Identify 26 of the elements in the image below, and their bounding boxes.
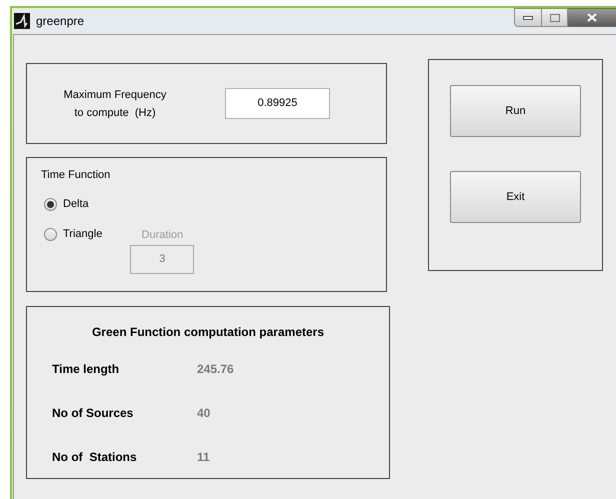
frequency-field[interactable]: 0.89925 (225, 88, 330, 119)
parameter-label: No of Sources (52, 405, 134, 422)
parameter-value: 40 (197, 405, 210, 422)
action-button[interactable]: Run (450, 85, 581, 137)
maximize-icon (550, 14, 560, 22)
parameter-value: 11 (197, 449, 210, 466)
duration-label: Duration (142, 228, 184, 242)
minimize-button[interactable] (514, 8, 542, 27)
window-title: greenpre (36, 13, 84, 30)
minimize-icon (523, 16, 533, 20)
close-icon (587, 13, 597, 22)
radio-option[interactable]: Delta (44, 196, 102, 212)
panel-title: Time Function (41, 168, 112, 183)
frequency-label: to compute (Hz) (74, 106, 156, 120)
parameters-title: Green Function computation parameters (92, 324, 324, 341)
action-button[interactable]: Exit (450, 171, 581, 223)
close-button[interactable] (568, 8, 616, 27)
parameter-value: 245.76 (197, 361, 234, 378)
frequency-label: Maximum Frequency (64, 88, 166, 102)
radio-option[interactable]: Triangle (44, 226, 102, 242)
maximize-button[interactable] (542, 8, 568, 27)
app-icon (14, 13, 30, 29)
radio-button[interactable] (44, 228, 57, 241)
parameter-label: No of Stations (52, 449, 138, 466)
radio-button[interactable] (44, 198, 57, 211)
parameter-label: Time length (52, 361, 120, 378)
